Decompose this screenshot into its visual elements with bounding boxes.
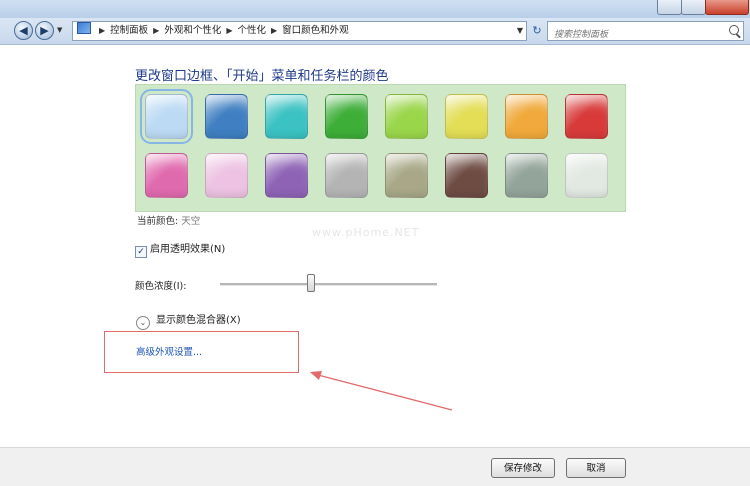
- save-changes-button[interactable]: 保存修改: [491, 458, 555, 478]
- window: ◀ ▶ ▼ ▶控制面板▶外观和个性化▶个性化▶窗口颜色和外观 ▼ ↻ 更改窗口边…: [0, 0, 750, 486]
- footer-bar: 保存修改 取消: [0, 447, 750, 486]
- cancel-button[interactable]: 取消: [566, 458, 626, 478]
- blurred-overlay: [590, 372, 730, 402]
